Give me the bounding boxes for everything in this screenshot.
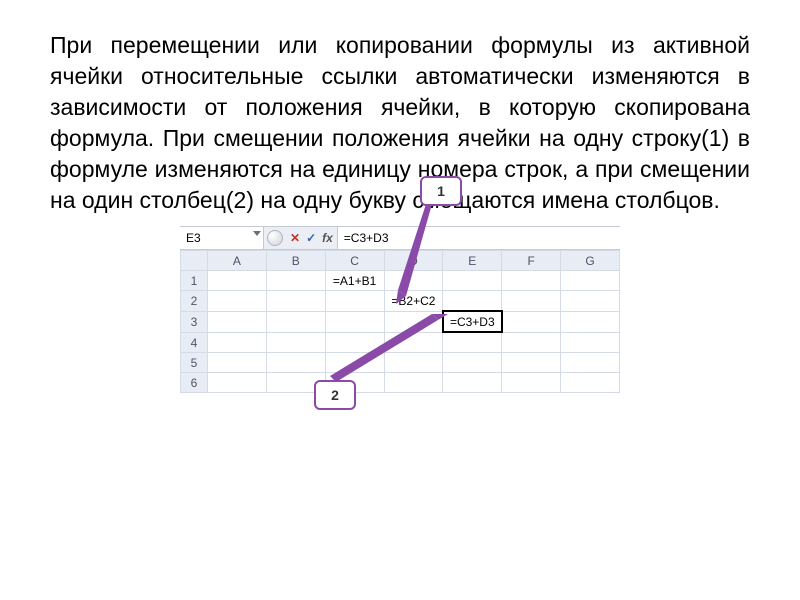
cell[interactable] (208, 332, 267, 353)
callout-1-label: 1 (420, 176, 462, 206)
cell[interactable] (443, 291, 502, 312)
cell[interactable] (561, 373, 620, 393)
cell[interactable] (443, 373, 502, 393)
row-header[interactable]: 5 (181, 353, 208, 373)
column-header[interactable]: C (325, 251, 384, 271)
column-header[interactable]: G (561, 251, 620, 271)
corner-cell[interactable] (181, 251, 208, 271)
cell[interactable] (208, 353, 267, 373)
callout-1: 1 (420, 176, 462, 206)
cell[interactable]: =A1+B1 (325, 271, 384, 291)
cell[interactable] (561, 353, 620, 373)
cell[interactable] (502, 332, 561, 353)
cell[interactable] (266, 332, 325, 353)
column-header[interactable]: E (443, 251, 502, 271)
name-box[interactable]: E3 (180, 227, 264, 249)
cell[interactable] (443, 353, 502, 373)
formula-input-value: =C3+D3 (344, 231, 389, 245)
row-header[interactable]: 2 (181, 291, 208, 312)
cell[interactable] (502, 373, 561, 393)
cell[interactable] (502, 291, 561, 312)
cell[interactable] (325, 291, 384, 312)
row-header[interactable]: 3 (181, 311, 208, 332)
expand-icon (267, 230, 283, 246)
cell[interactable] (443, 271, 502, 291)
cell[interactable] (561, 291, 620, 312)
row-header[interactable]: 1 (181, 271, 208, 291)
cell[interactable] (502, 271, 561, 291)
row-header[interactable]: 4 (181, 332, 208, 353)
cell[interactable] (208, 271, 267, 291)
cell[interactable] (502, 311, 561, 332)
formula-bar-buttons: ✕ ✓ fx (286, 227, 337, 249)
cell[interactable] (266, 311, 325, 332)
formula-input[interactable]: =C3+D3 (337, 227, 620, 249)
row-header[interactable]: 6 (181, 373, 208, 393)
cell[interactable]: =C3+D3 (443, 311, 502, 332)
column-header[interactable]: A (208, 251, 267, 271)
callout-2-label: 2 (314, 380, 356, 410)
cell[interactable] (266, 291, 325, 312)
cell[interactable] (561, 332, 620, 353)
cell[interactable] (208, 373, 267, 393)
cell[interactable] (208, 311, 267, 332)
cell[interactable] (502, 353, 561, 373)
chevron-down-icon (253, 231, 261, 236)
cell[interactable] (561, 311, 620, 332)
column-header[interactable]: F (502, 251, 561, 271)
body-paragraph: При перемещении или копировании формулы … (50, 30, 750, 216)
cell[interactable] (208, 291, 267, 312)
cell[interactable] (443, 332, 502, 353)
spreadsheet-illustration: 1 2 E3 ✕ ✓ fx (180, 226, 620, 393)
accept-icon[interactable]: ✓ (306, 231, 316, 245)
column-header[interactable]: B (266, 251, 325, 271)
cell[interactable] (266, 271, 325, 291)
callout-2: 2 (314, 380, 356, 410)
name-box-value: E3 (186, 231, 201, 245)
fx-icon[interactable]: fx (322, 231, 333, 245)
cell[interactable] (561, 271, 620, 291)
cell[interactable] (266, 353, 325, 373)
cancel-icon[interactable]: ✕ (290, 231, 300, 245)
